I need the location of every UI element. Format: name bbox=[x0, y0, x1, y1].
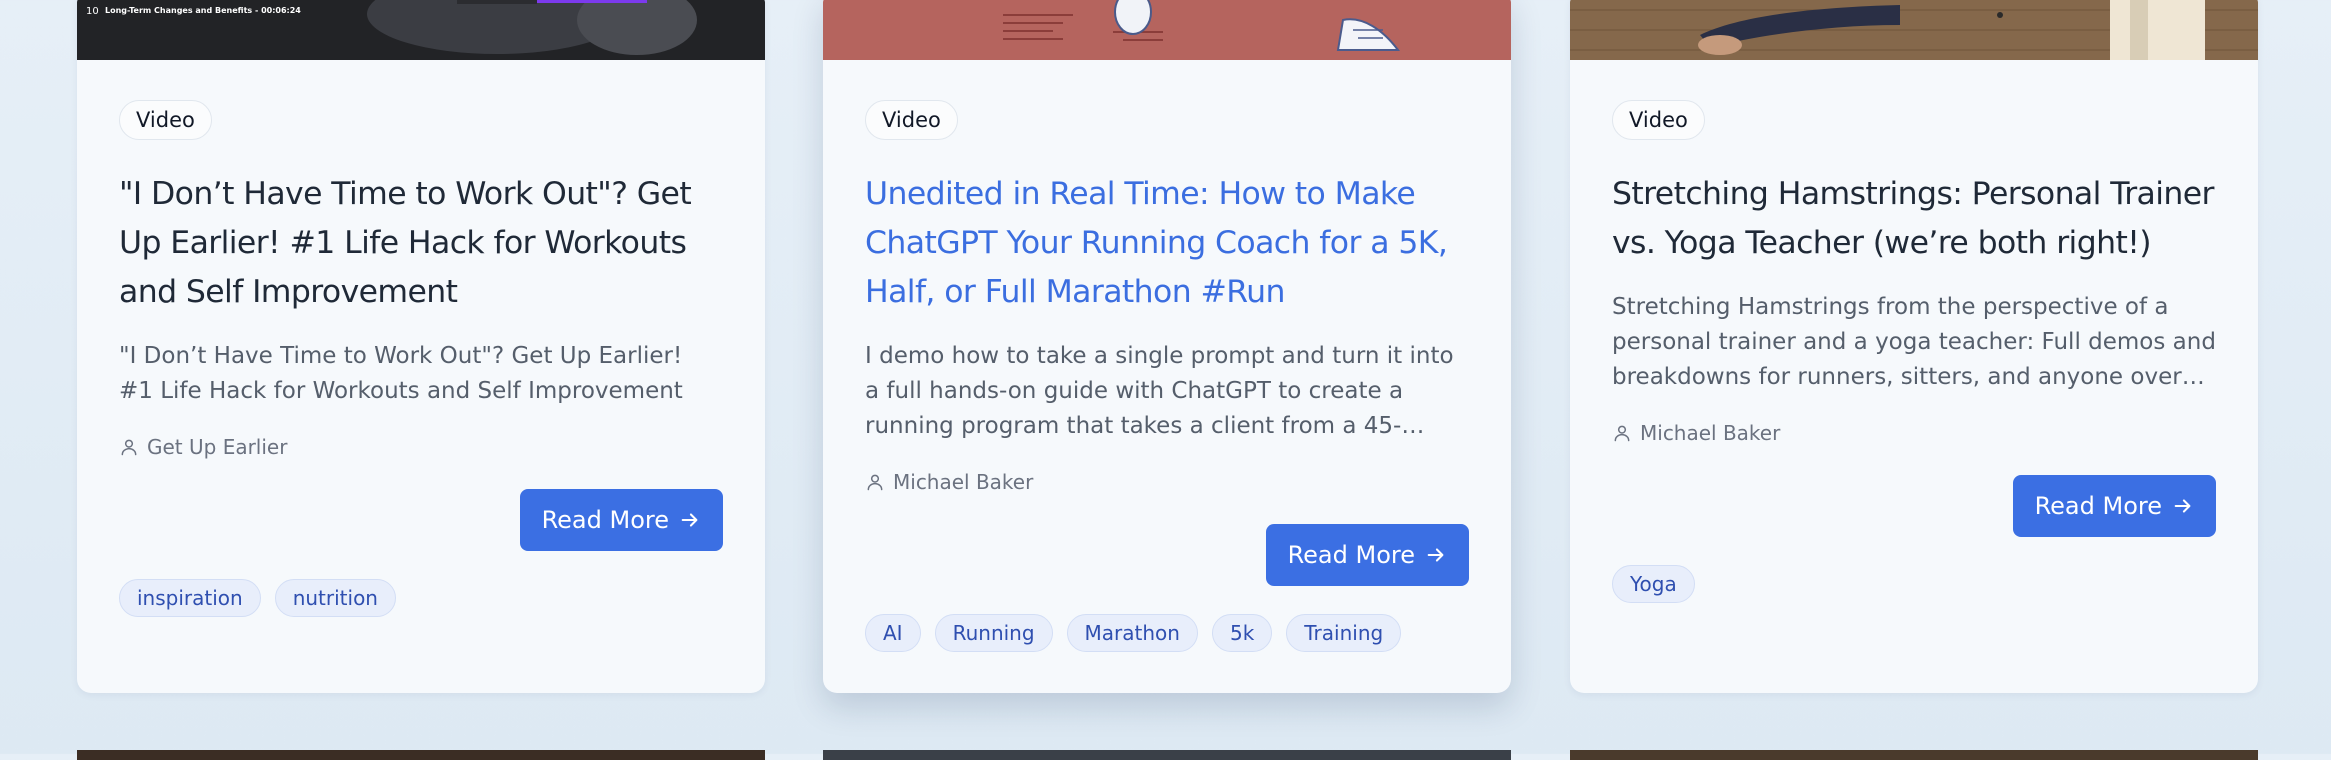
post-excerpt: Stretching Hamstrings from the perspecti… bbox=[1612, 294, 2216, 390]
read-more-label: Read More bbox=[541, 506, 669, 534]
post-card[interactable]: Video Unedited in Real Time: How to Make… bbox=[823, 0, 1511, 693]
arrow-right-icon bbox=[1427, 548, 1444, 562]
post-type-badge: Video bbox=[865, 100, 958, 140]
post-title[interactable]: Stretching Hamstrings: Personal Trainer … bbox=[1612, 170, 2216, 268]
tag-pill[interactable]: Marathon bbox=[1066, 614, 1198, 652]
post-excerpt: I demo how to take a single prompt and t… bbox=[865, 343, 1454, 439]
tag-pill[interactable]: Yoga bbox=[1612, 565, 1695, 603]
tag-pill[interactable]: nutrition bbox=[274, 579, 396, 617]
read-more-label: Read More bbox=[2034, 492, 2162, 520]
thumbnail-caption: Long-Term Changes and Benefits - 00:06:2… bbox=[105, 6, 301, 15]
thumbnail-chapter-number: 10 bbox=[86, 6, 99, 17]
post-type-badge: Video bbox=[1612, 100, 1705, 140]
read-more-button[interactable]: Read More bbox=[519, 489, 723, 551]
tag-pill[interactable]: 5k bbox=[1211, 614, 1273, 652]
read-more-button[interactable]: Read More bbox=[1265, 524, 1469, 586]
user-icon bbox=[1614, 425, 1630, 442]
post-card[interactable]: 10 Long-Term Changes and Benefits - 00:0… bbox=[77, 0, 765, 693]
tag-pill[interactable]: Running bbox=[934, 614, 1053, 652]
post-author: Michael Baker bbox=[865, 470, 1469, 494]
thumbnail-image bbox=[823, 0, 1511, 60]
tag-list: inspiration nutrition bbox=[119, 579, 723, 617]
next-row-card-thumbnail[interactable] bbox=[77, 750, 765, 760]
post-type-badge: Video bbox=[119, 100, 212, 140]
tag-pill[interactable]: Training bbox=[1286, 614, 1402, 652]
next-row-card-thumbnail[interactable] bbox=[1570, 750, 2258, 760]
read-more-button[interactable]: Read More bbox=[2012, 475, 2216, 537]
post-excerpt: "I Don’t Have Time to Work Out"? Get Up … bbox=[119, 343, 683, 404]
read-more-label: Read More bbox=[1287, 541, 1415, 569]
post-author: Michael Baker bbox=[1612, 421, 2216, 445]
author-name: Get Up Earlier bbox=[147, 435, 288, 459]
post-card[interactable]: Video Stretching Hamstrings: Personal Tr… bbox=[1570, 0, 2258, 693]
tag-pill[interactable]: inspiration bbox=[119, 579, 261, 617]
video-thumbnail[interactable]: 10 Long-Term Changes and Benefits - 00:0… bbox=[77, 0, 765, 60]
video-thumbnail[interactable] bbox=[823, 0, 1511, 60]
post-author: Get Up Earlier bbox=[119, 435, 723, 459]
author-name: Michael Baker bbox=[1640, 421, 1781, 445]
post-title[interactable]: Unedited in Real Time: How to Make ChatG… bbox=[865, 170, 1469, 317]
author-name: Michael Baker bbox=[893, 470, 1034, 494]
user-icon bbox=[121, 439, 137, 456]
post-title[interactable]: "I Don’t Have Time to Work Out"? Get Up … bbox=[119, 170, 723, 317]
arrow-right-icon bbox=[681, 513, 698, 527]
video-thumbnail[interactable] bbox=[1570, 0, 2258, 60]
tag-list: AI Running Marathon 5k Training bbox=[865, 614, 1469, 652]
next-row-card-thumbnail[interactable] bbox=[823, 750, 1511, 760]
tag-list: Yoga bbox=[1612, 565, 2216, 603]
thumbnail-image bbox=[1570, 0, 2258, 60]
user-icon bbox=[867, 474, 883, 491]
arrow-right-icon bbox=[2174, 499, 2191, 513]
tag-pill[interactable]: AI bbox=[865, 614, 921, 652]
